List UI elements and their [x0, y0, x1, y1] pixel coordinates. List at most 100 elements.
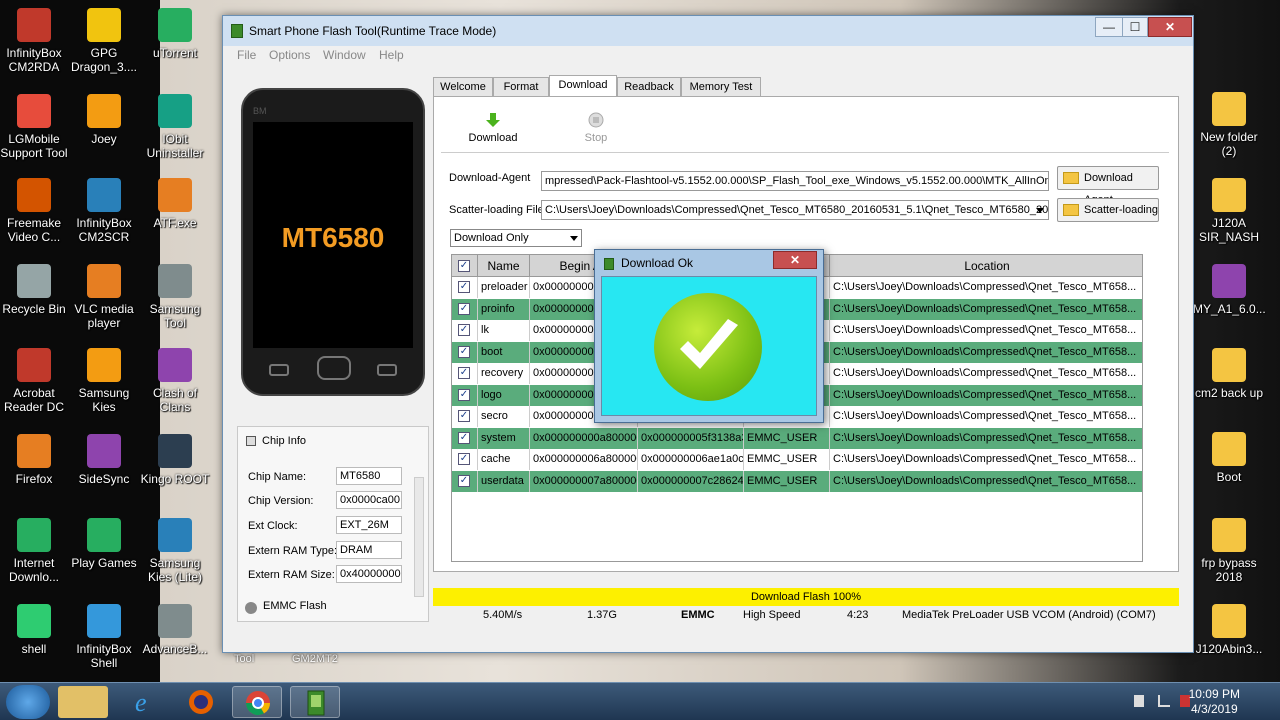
desktop-icon[interactable]: SideSync: [68, 434, 140, 486]
menu-options[interactable]: Options: [269, 48, 310, 62]
desktop-icon[interactable]: Clash of Clans: [139, 348, 211, 414]
desktop-icon[interactable]: frp bypass 2018: [1193, 518, 1265, 584]
desktop-icon[interactable]: LGMobile Support Tool: [0, 94, 70, 160]
scatter-loading-button[interactable]: Scatter-loading: [1057, 198, 1159, 222]
desktop-icon[interactable]: Firefox: [0, 434, 70, 486]
title-bar[interactable]: Smart Phone Flash Tool(Runtime Trace Mod…: [223, 16, 1193, 46]
tab-readback[interactable]: Readback: [617, 77, 681, 97]
tab-welcome[interactable]: Welcome: [433, 77, 493, 97]
desktop-icon[interactable]: GPG Dragon_3....: [68, 8, 140, 74]
taskbar-chrome-icon[interactable]: [232, 686, 282, 718]
status-bar: 5.40M/s 1.37G EMMC High Speed 4:23 Media…: [433, 607, 1179, 625]
desktop-icon[interactable]: VLC media player: [68, 264, 140, 330]
scatter-dropdown-arrow[interactable]: [1033, 202, 1047, 218]
select-all-header[interactable]: ✓: [452, 255, 478, 277]
row-checkbox[interactable]: ✓: [458, 302, 470, 315]
desktop-icon[interactable]: MY_A1_6.0...: [1193, 264, 1266, 316]
row-checkbox[interactable]: ✓: [458, 345, 470, 358]
start-button[interactable]: [6, 685, 50, 719]
desktop-icon[interactable]: Play Games: [68, 518, 140, 570]
download-button[interactable]: Download: [467, 112, 519, 144]
desktop-icon[interactable]: uTorrent: [139, 8, 211, 60]
tab-format[interactable]: Format: [493, 77, 549, 97]
desktop-icon-label: GPG Dragon_3....: [70, 46, 138, 74]
chip-info-scrollbar[interactable]: [414, 477, 424, 597]
dialog-close-button[interactable]: ✕: [773, 251, 817, 269]
desktop-icon[interactable]: Boot: [1193, 432, 1265, 484]
folder-icon: [1063, 172, 1079, 184]
scatter-file-path: C:\Users\Joey\Downloads\Compressed\Qnet_…: [545, 204, 1049, 216]
row-checkbox[interactable]: ✓: [458, 388, 470, 401]
desktop-icon[interactable]: cm2 back up: [1193, 348, 1265, 400]
desktop-icon[interactable]: InfinityBox Shell: [68, 604, 140, 670]
app-shortcut-icon: [87, 8, 121, 42]
row-checkbox[interactable]: ✓: [458, 281, 470, 293]
maximize-button[interactable]: ☐: [1122, 17, 1148, 37]
row-checkbox[interactable]: ✓: [458, 453, 470, 465]
taskbar-flashtool-icon[interactable]: [290, 686, 340, 718]
app-shortcut-icon: [87, 94, 121, 128]
mode-select[interactable]: Download Only: [450, 229, 582, 247]
desktop-icon[interactable]: Acrobat Reader DC: [0, 348, 70, 414]
desktop-icon[interactable]: Samsung Kies (Lite): [139, 518, 211, 584]
desktop-icon[interactable]: New folder (2): [1193, 92, 1265, 158]
row-checkbox[interactable]: ✓: [458, 324, 470, 336]
desktop-icon[interactable]: Recycle Bin: [0, 264, 70, 316]
table-row[interactable]: ✓ system 0x000000000a800000 0x000000005f313…: [452, 427, 1142, 449]
desktop-icon-label: Boot: [1216, 470, 1242, 484]
desktop-icon-label: Samsung Kies (Lite): [147, 556, 203, 584]
status-storage: EMMC: [681, 609, 715, 621]
tray-clock[interactable]: 10:09 PM 4/3/2019: [1189, 687, 1240, 717]
row-checkbox[interactable]: ✓: [458, 367, 470, 379]
desktop-icon[interactable]: Kingo ROOT: [139, 434, 211, 486]
row-checkbox[interactable]: ✓: [458, 474, 470, 487]
table-row[interactable]: ✓ userdata 0x000000007a800000 0x000000007c2…: [452, 470, 1142, 492]
desktop-icon[interactable]: AdvanceB...: [139, 604, 211, 656]
desktop-icon[interactable]: Samsung Tool: [139, 264, 211, 330]
scatter-file-select[interactable]: C:\Users\Joey\Downloads\Compressed\Qnet_…: [541, 200, 1049, 220]
desktop-icon-label: cm2 back up: [1194, 386, 1264, 400]
tab-memory-test[interactable]: Memory Test: [681, 77, 761, 97]
header-location[interactable]: Location: [830, 255, 1142, 277]
desktop-icon[interactable]: Freemake Video C...: [0, 178, 70, 244]
taskbar: e 10:09 PM 4/3/2019: [0, 682, 1280, 720]
desktop-icon[interactable]: Internet Downlo...: [0, 518, 70, 584]
row-checkbox[interactable]: ✓: [458, 431, 470, 444]
emmc-flash-label[interactable]: EMMC Flash: [263, 600, 327, 612]
desktop-icon[interactable]: Samsung Kies: [68, 348, 140, 414]
header-name[interactable]: Name: [478, 255, 530, 277]
chip-info-header: Chip Info: [262, 435, 307, 447]
download-agent-path[interactable]: mpressed\Pack-Flashtool-v5.1552.00.000\S…: [541, 171, 1049, 191]
desktop-icon-label: Samsung Kies: [78, 386, 130, 414]
desktop-icon[interactable]: Joey: [68, 94, 140, 146]
minimize-button[interactable]: —: [1095, 17, 1123, 37]
select-all-checkbox[interactable]: ✓: [458, 260, 470, 272]
app-shortcut-icon: [87, 604, 121, 638]
menu-window[interactable]: Window: [323, 48, 366, 62]
taskbar-ie-icon[interactable]: e: [120, 686, 170, 718]
desktop-icon[interactable]: InfinityBox CM2SCR: [68, 178, 140, 244]
taskbar-explorer-icon[interactable]: [58, 686, 108, 718]
network-icon[interactable]: [1158, 695, 1170, 707]
desktop-icon[interactable]: IObit Uninstaller: [139, 94, 211, 160]
folder-icon: [1212, 348, 1246, 382]
firefox-icon: [189, 690, 213, 714]
menu-file[interactable]: File: [237, 48, 256, 62]
desktop-icon[interactable]: J120A SIR_NASH: [1193, 178, 1265, 244]
table-row[interactable]: ✓ cache 0x000000006a800000 0x000000006ae1a0…: [452, 449, 1142, 470]
close-button[interactable]: ✕: [1148, 17, 1192, 37]
tab-download[interactable]: Download: [549, 75, 617, 97]
collapse-icon[interactable]: [246, 436, 256, 446]
stop-button[interactable]: Stop: [573, 112, 619, 144]
desktop-icon[interactable]: InfinityBox CM2RDA: [0, 8, 70, 74]
row-checkbox[interactable]: ✓: [458, 410, 470, 422]
taskbar-firefox-icon[interactable]: [176, 686, 226, 718]
cell-name: lk: [478, 320, 530, 341]
desktop-icon[interactable]: J120Abin3...: [1193, 604, 1265, 656]
cell-begin: 0x000000000a800000: [530, 427, 638, 449]
menu-help[interactable]: Help: [379, 48, 404, 62]
desktop-icon[interactable]: shell: [0, 604, 70, 656]
download-agent-button[interactable]: Download Agent: [1057, 166, 1159, 206]
volume-icon[interactable]: [1134, 695, 1144, 707]
desktop-icon[interactable]: ATF.exe: [139, 178, 211, 230]
